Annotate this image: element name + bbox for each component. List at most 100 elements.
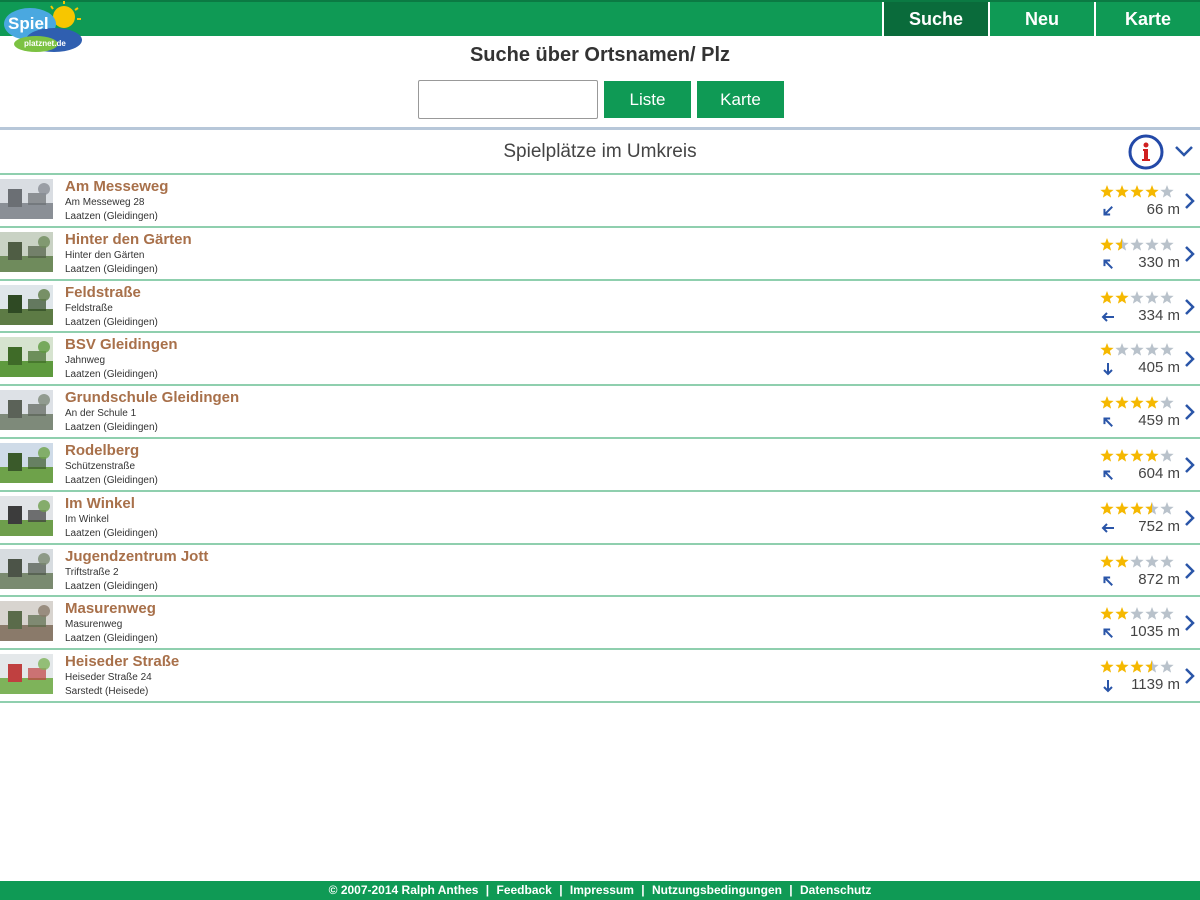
direction-arrow-icon	[1103, 680, 1113, 693]
playground-name[interactable]: Masurenweg	[65, 600, 156, 617]
footer-link-feedback[interactable]: Feedback	[496, 883, 551, 897]
rating-stars	[1100, 554, 1174, 568]
thumbnail	[0, 179, 53, 219]
star-icon	[1115, 554, 1129, 568]
section-title: Spielplätze im Umkreis	[503, 141, 697, 162]
star-icon	[1130, 343, 1144, 357]
playground-name[interactable]: Am Messeweg	[65, 178, 168, 195]
thumbnail-image	[0, 390, 53, 431]
direction-arrow-icon	[1103, 417, 1113, 428]
thumbnail	[0, 548, 53, 589]
list-item[interactable]: BSV Gleidingen Jahnweg Laatzen (Gleiding…	[0, 331, 1200, 384]
list-item[interactable]: Grundschule Gleidingen An der Schule 1 L…	[0, 384, 1200, 437]
chevron-right-icon[interactable]	[1183, 297, 1197, 317]
star-icon	[1160, 343, 1174, 357]
chevron-down-icon[interactable]	[1174, 143, 1194, 159]
playground-street: Im Winkel	[65, 513, 109, 525]
liste-button[interactable]: Liste	[604, 81, 691, 118]
distance: 66 m	[1146, 201, 1180, 218]
list-item[interactable]: Masurenweg Masurenweg Laatzen (Gleidinge…	[0, 595, 1200, 648]
chevron-right-icon[interactable]	[1183, 508, 1197, 528]
star-icon	[1130, 660, 1144, 673]
list-item[interactable]: Im Winkel Im Winkel Laatzen (Gleidingen)…	[0, 489, 1200, 543]
thumbnail-image	[0, 601, 53, 642]
playground-name[interactable]: Jugendzentrum Jott	[65, 548, 208, 565]
footer-link-impressum[interactable]: Impressum	[570, 883, 634, 897]
footer-separator: |	[789, 883, 793, 897]
star-icon	[1100, 448, 1114, 462]
playground-name[interactable]: Heiseder Straße	[65, 653, 179, 670]
direction-arrow-icon	[1103, 206, 1113, 216]
rating-stars	[1100, 607, 1174, 621]
chevron-right-icon[interactable]	[1183, 561, 1197, 581]
playground-city: Laatzen (Gleidingen)	[65, 474, 158, 486]
chevron-right-icon[interactable]	[1183, 349, 1197, 369]
rating-stars	[1100, 660, 1174, 673]
playground-name[interactable]: BSV Gleidingen	[65, 336, 178, 353]
playground-name[interactable]: Grundschule Gleidingen	[65, 389, 239, 406]
rating-stars	[1100, 290, 1174, 304]
star-icon	[1145, 343, 1159, 357]
playground-name[interactable]: Rodelberg	[65, 442, 139, 459]
info-icon[interactable]	[1128, 134, 1164, 170]
star-icon	[1145, 554, 1159, 568]
star-icon	[1115, 290, 1129, 304]
playground-name[interactable]: Hinter den Gärten	[65, 231, 192, 248]
direction-arrow-icon	[1101, 523, 1114, 533]
footer-separator: |	[559, 883, 563, 897]
star-icon	[1130, 607, 1144, 621]
playground-name[interactable]: Feldstraße	[65, 284, 141, 301]
search-input[interactable]	[418, 80, 598, 119]
thumbnail-image	[0, 442, 53, 483]
nav-karte[interactable]: Karte	[1094, 2, 1200, 36]
direction-arrow-icon	[1103, 576, 1113, 586]
section-header: Spielplätze im Umkreis	[0, 131, 1200, 173]
direction-arrow-icon	[1103, 470, 1113, 480]
list-item[interactable]: Rodelberg Schützenstraße Laatzen (Gleidi…	[0, 436, 1200, 490]
site-logo[interactable]: Spiel platznet.de	[2, 0, 84, 54]
star-icon	[1115, 607, 1129, 621]
list-item[interactable]: Feldstraße Feldstraße Laatzen (Gleidinge…	[0, 278, 1200, 332]
distance: 459 m	[1138, 412, 1180, 430]
nav-neu[interactable]: Neu	[988, 2, 1094, 36]
playground-name[interactable]: Im Winkel	[65, 495, 135, 512]
list-item[interactable]: Am Messeweg Am Messeweg 28 Laatzen (Glei…	[0, 173, 1200, 226]
logo-text-spiel: Spiel	[8, 14, 49, 33]
rating-stars	[1100, 448, 1174, 462]
playground-city: Laatzen (Gleidingen)	[65, 580, 158, 592]
star-icon	[1160, 660, 1174, 673]
chevron-right-icon[interactable]	[1183, 402, 1197, 422]
distance: 1035 m	[1129, 623, 1180, 641]
list-item[interactable]: Jugendzentrum Jott Triftstraße 2 Laatzen…	[0, 542, 1200, 596]
star-icon	[1145, 448, 1159, 462]
star-icon	[1130, 554, 1144, 568]
list-item[interactable]: Heiseder Straße Heiseder Straße 24 Sarst…	[0, 648, 1200, 701]
chevron-right-icon[interactable]	[1183, 455, 1197, 475]
star-icon	[1115, 448, 1129, 462]
thumbnail-image	[0, 495, 53, 536]
playground-street: Jahnweg	[65, 355, 106, 367]
playground-street: Schützenstraße	[65, 460, 136, 472]
list-item[interactable]: Hinter den Gärten Hinter den Gärten Laat…	[0, 225, 1200, 279]
distance: 334 m	[1138, 306, 1180, 324]
star-icon	[1145, 185, 1159, 198]
chevron-right-icon[interactable]	[1183, 191, 1197, 211]
star-icon	[1145, 396, 1159, 409]
star-icon	[1100, 501, 1114, 515]
footer-link-datenschutz[interactable]: Datenschutz	[800, 883, 871, 897]
star-icon	[1160, 501, 1174, 515]
footer-separator: |	[641, 883, 645, 897]
list-divider	[0, 700, 1200, 703]
star-icon	[1145, 237, 1159, 251]
chevron-right-icon[interactable]	[1183, 666, 1197, 686]
star-icon	[1160, 290, 1174, 304]
star-icon	[1160, 237, 1174, 251]
star-icon	[1130, 290, 1144, 304]
chevron-right-icon[interactable]	[1183, 613, 1197, 633]
thumbnail	[0, 231, 53, 272]
chevron-right-icon[interactable]	[1183, 244, 1197, 264]
footer-link-nutzungsbedingungen[interactable]: Nutzungsbedingungen	[652, 883, 782, 897]
nav-suche[interactable]: Suche	[882, 2, 988, 36]
karte-button[interactable]: Karte	[697, 81, 784, 118]
thumbnail	[0, 284, 53, 325]
